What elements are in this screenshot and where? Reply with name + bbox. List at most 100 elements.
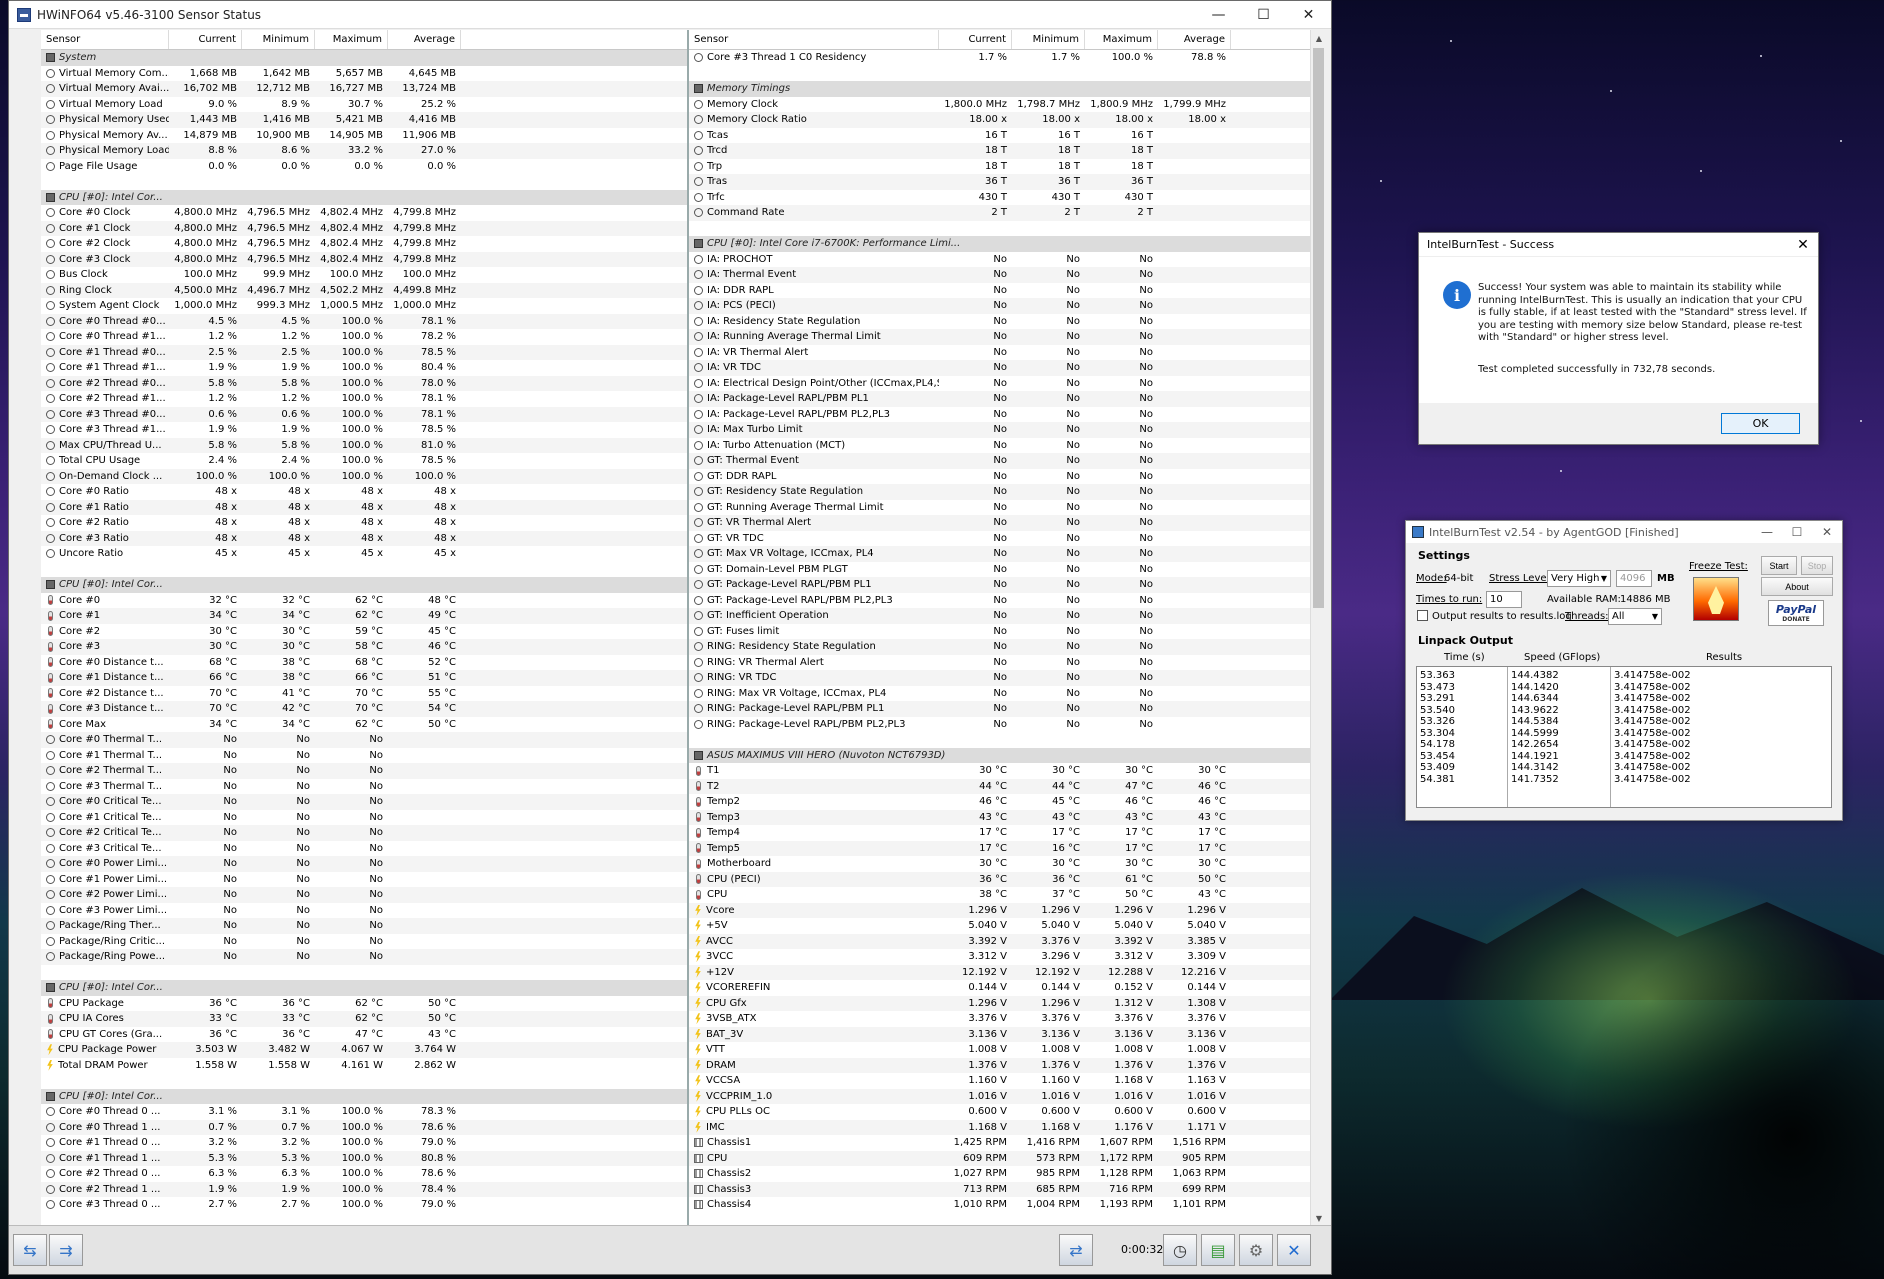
sensor-row[interactable]: GT: VR TDC No No No (689, 531, 1326, 547)
sensor-row[interactable]: Ring Clock 4,500.0 MHz 4,496.7 MHz 4,502.2 … (41, 282, 689, 298)
start-button[interactable]: Start (1761, 556, 1797, 575)
sensor-row[interactable]: Trp 18 T 18 T 18 T (689, 159, 1326, 175)
ok-button[interactable]: OK (1721, 413, 1800, 434)
sensor-row[interactable]: Physical Memory Used 1,443 MB 1,416 MB 5,42… (41, 112, 689, 128)
stop-button[interactable]: Stop (1801, 556, 1833, 575)
sensor-group-header[interactable]: CPU [#0]: Intel Cor... (41, 189, 689, 205)
sensor-row[interactable]: Core #0 Thread 0 ... 3.1 % 3.1 % 100.0 % 78.… (41, 1104, 689, 1120)
sensor-row[interactable]: Core #3 Thread 0 ... 2.7 % 2.7 % 100.0 % 79.… (41, 1197, 689, 1213)
sensor-row[interactable]: Total CPU Usage 2.4 % 2.4 % 100.0 % 78.5 % (41, 453, 689, 469)
sensor-row[interactable]: Temp2 46 °C 45 °C 46 °C 46 °C (689, 794, 1326, 810)
sensor-row[interactable]: Core #2 Thread 1 ... 1.9 % 1.9 % 100.0 % 78.… (41, 1181, 689, 1197)
sensor-row[interactable]: DRAM 1.376 V 1.376 V 1.376 V 1.376 V (689, 1057, 1326, 1073)
sensor-row[interactable]: Core #0 Distance t... 68 °C 38 °C 68 °C 52 °… (41, 655, 689, 671)
output-log-checkbox[interactable] (1417, 610, 1428, 621)
report-button[interactable]: ▤ (1201, 1234, 1235, 1266)
sensor-row[interactable]: VCCPRIM_1.0 1.016 V 1.016 V 1.016 V 1.016 V (689, 1088, 1326, 1104)
sensor-row[interactable]: GT: VR Thermal Alert No No No (689, 515, 1326, 531)
sensor-row[interactable]: Bus Clock 100.0 MHz 99.9 MHz 100.0 MHz 100.0… (41, 267, 689, 283)
network-button[interactable]: ⇄ (1059, 1234, 1093, 1266)
sensor-row[interactable]: Tcas 16 T 16 T 16 T (689, 128, 1326, 144)
sensor-row[interactable]: CPU GT Cores (Gra... 36 °C 36 °C 47 °C 43 °C (41, 1027, 689, 1043)
sensor-row[interactable]: Chassis1 1,425 RPM 1,416 RPM 1,607 RPM 1,516… (689, 1135, 1326, 1151)
sensor-row[interactable]: Core #2 30 °C 30 °C 59 °C 45 °C (41, 624, 689, 640)
threads-select[interactable]: All ▼ (1608, 608, 1662, 625)
sensor-row[interactable]: Core #1 Thread 1 ... 5.3 % 5.3 % 100.0 % 80.… (41, 1150, 689, 1166)
sensor-row[interactable]: Core #2 Thread 0 ... 6.3 % 6.3 % 100.0 % 78.… (41, 1166, 689, 1182)
sensor-row[interactable]: Core #2 Clock 4,800.0 MHz 4,796.5 MHz 4,802… (41, 236, 689, 252)
sensor-row[interactable]: CPU Gfx 1.296 V 1.296 V 1.312 V 1.308 V (689, 995, 1326, 1011)
sensor-row[interactable]: Core #1 Thread #1... 1.9 % 1.9 % 100.0 % 80.… (41, 360, 689, 376)
sensor-row[interactable]: IA: Electrical Design Point/Other (ICCma… (689, 376, 1326, 392)
sensor-row[interactable]: IA: PCS (PECI) No No No (689, 298, 1326, 314)
sensor-row[interactable]: CPU 38 °C 37 °C 50 °C 43 °C (689, 887, 1326, 903)
sensor-row[interactable]: IA: Package-Level RAPL/PBM PL1 No No No (689, 391, 1326, 407)
sensor-row[interactable]: GT: Residency State Regulation No No No (689, 484, 1326, 500)
sensor-row[interactable]: Core #3 Critical Te... No No No (41, 841, 689, 857)
navigate-left-button[interactable]: ⇆ (13, 1234, 47, 1266)
sensor-group-header[interactable]: CPU [#0]: Intel Core i7-6700K: Performan… (689, 236, 1326, 252)
sensor-row[interactable]: RING: VR TDC No No No (689, 670, 1326, 686)
stress-level-select[interactable]: Very High ▼ (1547, 570, 1611, 587)
sensor-row[interactable]: Max CPU/Thread U... 5.8 % 5.8 % 100.0 % 81.0… (41, 437, 689, 453)
sensor-group-header[interactable]: System (41, 50, 689, 66)
sensor-row[interactable]: CPU 609 RPM 573 RPM 1,172 RPM 905 RPM (689, 1150, 1326, 1166)
sensor-row[interactable]: IA: PROCHOT No No No (689, 252, 1326, 268)
column-header-maximum[interactable]: Maximum (315, 30, 388, 49)
sensor-row[interactable]: T1 30 °C 30 °C 30 °C 30 °C (689, 763, 1326, 779)
sensor-row[interactable]: IA: Max Turbo Limit No No No (689, 422, 1326, 438)
sensor-row[interactable]: Core #1 Thermal T... No No No (41, 748, 689, 764)
sensor-row[interactable]: T2 44 °C 44 °C 47 °C 46 °C (689, 778, 1326, 794)
settings-button[interactable]: ⚙ (1239, 1234, 1273, 1266)
sensor-group-header[interactable]: ASUS MAXIMUS VIII HERO (Nuvoton NCT6793D… (689, 747, 1326, 763)
sensor-row[interactable]: IA: VR TDC No No No (689, 360, 1326, 376)
sensor-row[interactable]: Core #1 Distance t... 66 °C 38 °C 66 °C 51 °… (41, 670, 689, 686)
sensor-row[interactable]: Core #3 Thread #1... 1.9 % 1.9 % 100.0 % 78.… (41, 422, 689, 438)
sensor-row[interactable]: Command Rate 2 T 2 T 2 T (689, 205, 1326, 221)
sensor-row[interactable]: Core #3 Thread 1 C0 Residency 1.7 % 1.7 % 1… (689, 50, 1326, 66)
sensor-row[interactable]: GT: Max VR Voltage, ICCmax, PL4 No No No (689, 546, 1326, 562)
sensor-row[interactable]: VCOREREFIN 0.144 V 0.144 V 0.152 V 0.144 V (689, 980, 1326, 996)
sensor-row[interactable]: Core #1 Thread #0... 2.5 % 2.5 % 100.0 % 78.… (41, 344, 689, 360)
sensor-row[interactable]: Core #2 Ratio 48 x 48 x 48 x 48 x (41, 515, 689, 531)
memory-size-input[interactable]: 4096 (1616, 570, 1652, 587)
column-header-current[interactable]: Current (169, 30, 242, 49)
sensor-row[interactable]: Temp5 17 °C 16 °C 17 °C 17 °C (689, 840, 1326, 856)
sensor-row[interactable]: Motherboard 30 °C 30 °C 30 °C 30 °C (689, 856, 1326, 872)
sensor-row[interactable]: Core #3 Thread #0... 0.6 % 0.6 % 100.0 % 78.… (41, 406, 689, 422)
sensor-row[interactable]: Core #2 Thread #1... 1.2 % 1.2 % 100.0 % 78.… (41, 391, 689, 407)
sensor-row[interactable]: Core #0 Thread 1 ... 0.7 % 0.7 % 100.0 % 78.… (41, 1119, 689, 1135)
sensor-row[interactable]: GT: Fuses limit No No No (689, 624, 1326, 640)
column-header-sensor[interactable]: Sensor (689, 30, 939, 49)
sensor-row[interactable]: System Agent Clock 1,000.0 MHz 999.3 MHz 1,… (41, 298, 689, 314)
sensor-row[interactable]: Trcd 18 T 18 T 18 T (689, 143, 1326, 159)
sensor-row[interactable]: Temp3 43 °C 43 °C 43 °C 43 °C (689, 809, 1326, 825)
sensor-row[interactable]: Chassis2 1,027 RPM 985 RPM 1,128 RPM 1,063 R… (689, 1166, 1326, 1182)
sensor-row[interactable]: Core #3 Ratio 48 x 48 x 48 x 48 x (41, 530, 689, 546)
navigate-right-button[interactable]: ⇉ (49, 1234, 83, 1266)
close-sensors-button[interactable]: ✕ (1277, 1234, 1311, 1266)
close-icon[interactable]: ✕ (1286, 1, 1331, 29)
sensor-row[interactable]: Memory Clock 1,800.0 MHz 1,798.7 MHz 1,800.… (689, 97, 1326, 113)
sensor-row[interactable]: Core #1 Thread 0 ... 3.2 % 3.2 % 100.0 % 79.… (41, 1135, 689, 1151)
hwinfo-titlebar[interactable]: HWiNFO64 v5.46-3100 Sensor Status — ☐ ✕ (9, 1, 1331, 29)
sensor-row[interactable]: Core #0 Ratio 48 x 48 x 48 x 48 x (41, 484, 689, 500)
sensor-row[interactable]: GT: Running Average Thermal Limit No No No (689, 500, 1326, 516)
sensor-row[interactable]: Core #3 Distance t... 70 °C 42 °C 70 °C 54 °… (41, 701, 689, 717)
sensor-row[interactable]: IA: Running Average Thermal Limit No No No (689, 329, 1326, 345)
sensor-row[interactable]: CPU (PECI) 36 °C 36 °C 61 °C 50 °C (689, 871, 1326, 887)
sensor-row[interactable]: Core #3 Thermal T... No No No (41, 779, 689, 795)
column-header-maximum[interactable]: Maximum (1085, 30, 1158, 49)
sensor-row[interactable]: Vcore 1.296 V 1.296 V 1.296 V 1.296 V (689, 902, 1326, 918)
sensor-row[interactable]: CPU IA Cores 33 °C 33 °C 62 °C 50 °C (41, 1011, 689, 1027)
sensor-row[interactable]: CPU Package Power 3.503 W 3.482 W 4.067 W 3.… (41, 1042, 689, 1058)
sensor-group-header[interactable]: CPU [#0]: Intel Cor... (41, 1088, 689, 1104)
sensor-row[interactable]: Core #1 Clock 4,800.0 MHz 4,796.5 MHz 4,802… (41, 220, 689, 236)
sensor-row[interactable]: IA: Turbo Attenuation (MCT) No No No (689, 438, 1326, 454)
sensor-row[interactable]: Chassis4 1,010 RPM 1,004 RPM 1,193 RPM 1,101… (689, 1197, 1326, 1213)
sensor-row[interactable]: Package/Ring Critic... No No No (41, 934, 689, 950)
sensor-row[interactable]: Page File Usage 0.0 % 0.0 % 0.0 % 0.0 % (41, 159, 689, 175)
sensor-row[interactable]: 3VSB_ATX 3.376 V 3.376 V 3.376 V 3.376 V (689, 1011, 1326, 1027)
column-header-average[interactable]: Average (1158, 30, 1231, 49)
minimize-icon[interactable]: — (1196, 1, 1241, 29)
